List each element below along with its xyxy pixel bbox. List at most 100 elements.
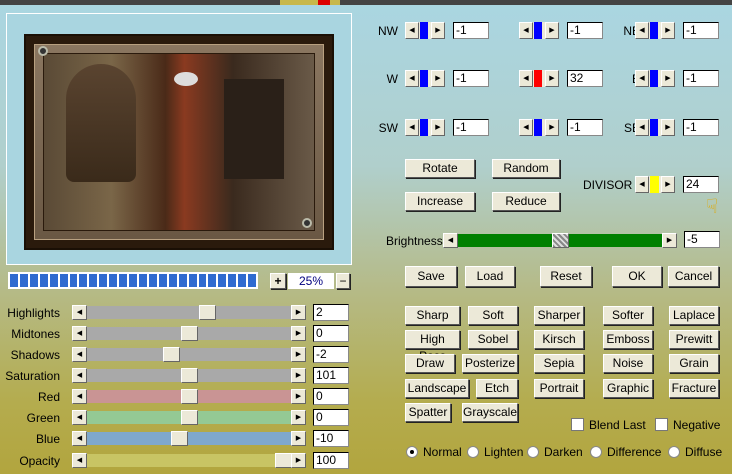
mode-lighten-radio[interactable]	[467, 446, 479, 458]
brightness-input[interactable]: -5	[684, 231, 720, 248]
k-scrollbar[interactable]: ◀ ▶	[519, 70, 559, 87]
green-input[interactable]: 0	[313, 409, 349, 426]
blend-last-checkbox[interactable]	[571, 418, 584, 431]
preset-graphic-button[interactable]: Graphic	[603, 379, 653, 398]
zoom-segment	[138, 274, 147, 287]
zoom-segment	[158, 274, 167, 287]
preset-grain-button[interactable]: Grain	[669, 354, 719, 373]
midtones-slider[interactable]: ◀ ▶	[72, 326, 306, 341]
mode-diffuse-radio[interactable]	[668, 446, 680, 458]
divisor-input[interactable]: 24	[683, 176, 719, 193]
mode-normal-label: Normal	[423, 445, 462, 459]
ne-input[interactable]: -1	[683, 22, 719, 39]
w-scrollbar[interactable]: ◀ ▶	[405, 70, 445, 87]
n-input[interactable]: -1	[567, 22, 603, 39]
cancel-button[interactable]: Cancel	[668, 266, 719, 287]
e-scrollbar[interactable]: ◀ ▶	[635, 70, 675, 87]
negative-checkbox[interactable]	[655, 418, 668, 431]
shadows-slider[interactable]: ◀ ▶	[72, 347, 306, 362]
highlights-slider[interactable]: ◀ ▶	[72, 305, 306, 320]
preset-sharper-button[interactable]: Sharper	[534, 306, 584, 325]
s-scrollbar[interactable]: ◀ ▶	[519, 119, 559, 136]
sw-scrollbar[interactable]: ◀ ▶	[405, 119, 445, 136]
preset-sobel-button[interactable]: Sobel	[468, 330, 518, 349]
zoom-segment	[238, 274, 247, 287]
sw-input[interactable]: -1	[453, 119, 489, 136]
nw-scrollbar[interactable]: ◀ ▶	[405, 22, 445, 39]
preset-sharp-button[interactable]: Sharp	[405, 306, 460, 325]
zoom-segment	[248, 274, 257, 287]
mode-darken-radio[interactable]	[527, 446, 539, 458]
preset-etch-button[interactable]: Etch	[476, 379, 518, 398]
preset-prewitt-button[interactable]: Prewitt	[669, 330, 719, 349]
saturation-slider[interactable]: ◀ ▶	[72, 368, 306, 383]
midtones-input[interactable]: 0	[313, 325, 349, 342]
preset-landscape-button[interactable]: Landscape	[405, 379, 469, 398]
load-button[interactable]: Load	[465, 266, 515, 287]
preset-draw-button[interactable]: Draw	[405, 354, 455, 373]
preset-portrait-button[interactable]: Portrait	[534, 379, 584, 398]
shadows-input[interactable]: -2	[313, 346, 349, 363]
zoom-segment	[188, 274, 197, 287]
preset-softer-button[interactable]: Softer	[603, 306, 653, 325]
preset-noise-button[interactable]: Noise	[603, 354, 653, 373]
sw-label: SW	[378, 121, 398, 135]
blue-input[interactable]: -10	[313, 430, 349, 447]
saturation-input[interactable]: 101	[313, 367, 349, 384]
w-input[interactable]: -1	[453, 70, 489, 87]
zoom-segment	[228, 274, 237, 287]
rotate-button[interactable]: Rotate	[405, 159, 475, 178]
preset-grayscale-button[interactable]: Grayscale	[462, 403, 518, 422]
opacity-input[interactable]: 100	[313, 452, 349, 469]
mode-difference-radio[interactable]	[590, 446, 602, 458]
divisor-scrollbar[interactable]: ◀ ▶	[635, 176, 675, 193]
zoom-out-button[interactable]: −	[336, 273, 350, 289]
preset-laplace-button[interactable]: Laplace	[669, 306, 719, 325]
shadows-label: Shadows	[10, 348, 60, 362]
n-scrollbar[interactable]: ◀ ▶	[519, 22, 559, 39]
brightness-slider[interactable]: ◀ ▶	[443, 233, 677, 248]
preset-sepia-button[interactable]: Sepia	[534, 354, 584, 373]
preset-fracture-button[interactable]: Fracture	[669, 379, 719, 398]
preset-soft-button[interactable]: Soft	[468, 306, 518, 325]
green-label: Green	[26, 411, 60, 425]
e-input[interactable]: -1	[683, 70, 719, 87]
preview-image	[24, 34, 334, 250]
blend-last-label: Blend Last	[589, 418, 646, 432]
s-input[interactable]: -1	[567, 119, 603, 136]
red-label: Red	[37, 390, 60, 404]
preset-kirsch-button[interactable]: Kirsch	[534, 330, 584, 349]
red-input[interactable]: 0	[313, 388, 349, 405]
opacity-slider[interactable]: ◀ ▶	[72, 453, 306, 468]
se-input[interactable]: -1	[683, 119, 719, 136]
reset-button[interactable]: Reset	[540, 266, 592, 287]
ok-button[interactable]: OK	[612, 266, 662, 287]
pointing-hand-icon: ☟	[706, 196, 719, 218]
green-slider[interactable]: ◀ ▶	[72, 410, 306, 425]
red-slider[interactable]: ◀ ▶	[72, 389, 306, 404]
zoom-value: 25%	[288, 273, 334, 289]
increase-button[interactable]: Increase	[405, 192, 475, 211]
w-label: W	[386, 72, 398, 86]
blue-slider[interactable]: ◀ ▶	[72, 431, 306, 446]
blue-label: Blue	[35, 432, 60, 446]
mode-normal-radio[interactable]	[406, 446, 418, 458]
preset-high-pass-button[interactable]: High Pass	[405, 330, 460, 363]
reduce-button[interactable]: Reduce	[492, 192, 560, 211]
k-input[interactable]: 32	[567, 70, 603, 87]
nw-input[interactable]: -1	[453, 22, 489, 39]
se-scrollbar[interactable]: ◀ ▶	[635, 119, 675, 136]
preset-spatter-button[interactable]: Spatter	[405, 403, 451, 422]
zoom-segment	[39, 274, 48, 287]
zoom-progress	[8, 272, 258, 289]
highlights-input[interactable]: 2	[313, 304, 349, 321]
save-button[interactable]: Save	[405, 266, 457, 287]
preset-emboss-button[interactable]: Emboss	[603, 330, 653, 349]
random-button[interactable]: Random	[492, 159, 560, 178]
brightness-label: Brightness	[386, 234, 443, 248]
opacity-label: Opacity	[19, 454, 60, 468]
zoom-in-button[interactable]: +	[270, 273, 286, 289]
mode-lighten-label: Lighten	[484, 445, 524, 459]
ne-scrollbar[interactable]: ◀ ▶	[635, 22, 675, 39]
preset-posterize-button[interactable]: Posterize	[462, 354, 518, 373]
